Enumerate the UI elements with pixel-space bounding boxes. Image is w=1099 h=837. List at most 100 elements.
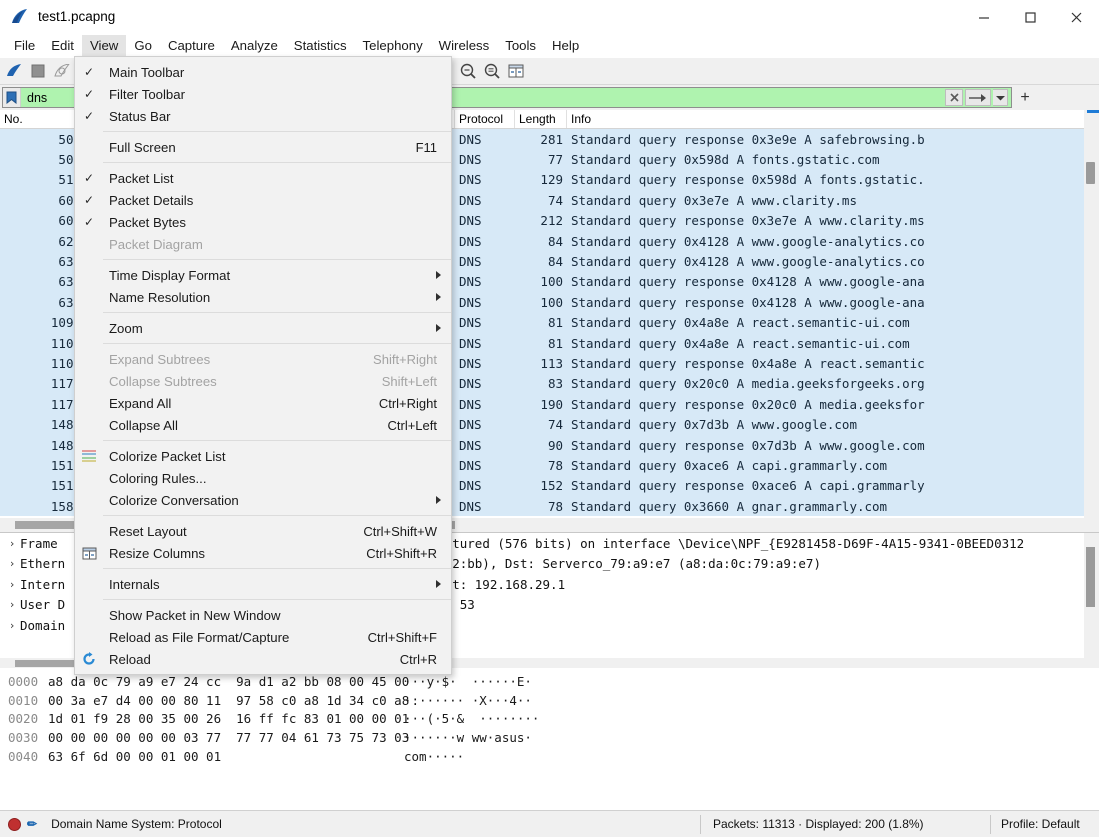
expand-chevron-icon[interactable]: ›: [4, 557, 20, 570]
expert-info-error-icon[interactable]: [8, 818, 21, 831]
expand-chevron-icon[interactable]: ›: [4, 578, 20, 591]
view-menu-item-name-resolution[interactable]: Name Resolution: [75, 286, 451, 308]
packet-length: 90: [515, 438, 567, 453]
view-menu-item-main-toolbar[interactable]: ✓Main Toolbar: [75, 61, 451, 83]
detail-label: Domain: [20, 618, 65, 633]
hex-dump-row[interactable]: 004063 6f 6d 00 00 01 00 01com·····: [0, 747, 1099, 766]
packet-protocol: DNS: [455, 193, 515, 208]
menu-statistics[interactable]: Statistics: [286, 35, 355, 56]
menu-item-shortcut: Ctrl+R: [400, 652, 451, 667]
menu-wireless[interactable]: Wireless: [431, 35, 498, 56]
menu-capture[interactable]: Capture: [160, 35, 223, 56]
hex-bytes: a8 da 0c 79 a9 e7 24 cc 9a d1 a2 bb 08 0…: [48, 674, 388, 689]
clear-filter-icon[interactable]: [945, 89, 963, 106]
view-menu-item-packet-list[interactable]: ✓Packet List: [75, 167, 451, 189]
expand-chevron-icon[interactable]: ›: [4, 619, 20, 632]
menu-item-label: Zoom: [103, 321, 451, 336]
view-menu-item-packet-diagram: Packet Diagram: [75, 233, 451, 255]
packet-info: Standard query response 0x3e7e A www.cla…: [567, 213, 1099, 228]
view-menu-item-colorize-conversation[interactable]: Colorize Conversation: [75, 489, 451, 511]
hex-dump-row[interactable]: 00201d 01 f9 28 00 35 00 26 16 ff fc 83 …: [0, 709, 1099, 728]
resize-columns-icon[interactable]: [505, 60, 527, 82]
view-menu-item-colorize-packet-list[interactable]: Colorize Packet List: [75, 445, 451, 467]
close-button[interactable]: [1053, 0, 1099, 33]
packet-info: Standard query response 0x4a8e A react.s…: [567, 356, 1099, 371]
zoom-out-icon[interactable]: [457, 60, 479, 82]
submenu-arrow-icon: [436, 580, 441, 588]
hex-dump-row[interactable]: 003000 00 00 00 00 00 03 77 77 77 04 61 …: [0, 728, 1099, 747]
packet-list-vertical-scrollbar[interactable]: [1084, 110, 1099, 518]
view-menu-item-status-bar[interactable]: ✓Status Bar: [75, 105, 451, 127]
packet-length: 74: [515, 417, 567, 432]
view-menu-item-show-packet-in-new-window[interactable]: Show Packet in New Window: [75, 604, 451, 626]
menu-file[interactable]: File: [6, 35, 43, 56]
capture-comment-icon[interactable]: ✏: [27, 817, 37, 831]
column-header-info[interactable]: Info: [567, 110, 1099, 128]
packet-no: 505: [0, 132, 85, 147]
menu-item-label: Packet Bytes: [103, 215, 451, 230]
view-menu-item-reload[interactable]: ReloadCtrl+R: [75, 648, 451, 670]
menu-telephony[interactable]: Telephony: [355, 35, 431, 56]
profile-status[interactable]: Profile: Default: [990, 815, 1080, 834]
menu-item-shortcut: Ctrl+Shift+F: [368, 630, 451, 645]
view-menu-item-internals[interactable]: Internals: [75, 573, 451, 595]
column-header-length[interactable]: Length: [515, 110, 567, 128]
zoom-reset-icon[interactable]: [481, 60, 503, 82]
menu-tools[interactable]: Tools: [497, 35, 544, 56]
minimize-button[interactable]: [961, 0, 1007, 33]
menu-item-label: Colorize Conversation: [103, 493, 451, 508]
packet-info: Standard query 0x3e7e A www.clarity.ms: [567, 193, 1099, 208]
view-menu-dropdown[interactable]: ✓Main Toolbar✓Filter Toolbar✓Status Bar F…: [74, 56, 452, 675]
view-menu-item-coloring-rules[interactable]: Coloring Rules...: [75, 467, 451, 489]
packet-length: 78: [515, 458, 567, 473]
wireshark-window: test1.pcapng FileEditViewGoCaptureAnalyz…: [0, 0, 1099, 837]
scrollbar-thumb[interactable]: [1086, 547, 1095, 607]
stop-capture-icon[interactable]: [27, 60, 49, 82]
packet-info: Standard query response 0xace6 A capi.gr…: [567, 478, 1099, 493]
hex-dump-row[interactable]: 001000 3a e7 d4 00 00 80 11 97 58 c0 a8 …: [0, 691, 1099, 710]
menu-item-label: Reload as File Format/Capture: [103, 630, 368, 645]
packet-protocol: DNS: [455, 152, 515, 167]
packet-length: 78: [515, 499, 567, 514]
menu-go[interactable]: Go: [126, 35, 160, 56]
scrollbar-thumb[interactable]: [1086, 162, 1095, 184]
column-header-no[interactable]: No.: [0, 110, 85, 128]
expand-chevron-icon[interactable]: ›: [4, 598, 20, 611]
submenu-arrow-icon: [436, 293, 441, 301]
maximize-button[interactable]: [1007, 0, 1053, 33]
view-menu-item-reload-as-file-format-capture[interactable]: Reload as File Format/CaptureCtrl+Shift+…: [75, 626, 451, 648]
filter-history-chevron-icon[interactable]: [993, 89, 1008, 106]
packet-info: Standard query response 0x20c0 A media.g…: [567, 397, 1099, 412]
view-menu-item-reset-layout[interactable]: Reset LayoutCtrl+Shift+W: [75, 520, 451, 542]
bookmark-icon[interactable]: [3, 88, 21, 107]
view-menu-item-full-screen[interactable]: Full ScreenF11: [75, 136, 451, 158]
view-menu-item-collapse-subtrees: Collapse SubtreesShift+Left: [75, 370, 451, 392]
restart-capture-icon[interactable]: [51, 60, 73, 82]
view-menu-item-packet-details[interactable]: ✓Packet Details: [75, 189, 451, 211]
column-header-protocol[interactable]: Protocol: [455, 110, 515, 128]
view-menu-item-expand-all[interactable]: Expand AllCtrl+Right: [75, 392, 451, 414]
view-menu-item-resize-columns[interactable]: Resize ColumnsCtrl+Shift+R: [75, 542, 451, 564]
status-left: ✏ Domain Name System: Protocol: [0, 817, 222, 831]
menu-help[interactable]: Help: [544, 35, 587, 56]
menu-edit[interactable]: Edit: [43, 35, 82, 56]
apply-filter-arrow-icon[interactable]: [965, 89, 991, 106]
view-menu-item-filter-toolbar[interactable]: ✓Filter Toolbar: [75, 83, 451, 105]
menu-view[interactable]: View: [82, 35, 126, 56]
packet-details-vertical-scrollbar[interactable]: [1084, 533, 1099, 658]
packet-length: 100: [515, 295, 567, 310]
view-menu-item-zoom[interactable]: Zoom: [75, 317, 451, 339]
packet-protocol: DNS: [455, 132, 515, 147]
menu-analyze[interactable]: Analyze: [223, 35, 286, 56]
view-menu-item-packet-bytes[interactable]: ✓Packet Bytes: [75, 211, 451, 233]
packet-bytes-pane[interactable]: 0000a8 da 0c 79 a9 e7 24 cc 9a d1 a2 bb …: [0, 668, 1099, 810]
menu-item-label: Expand Subtrees: [103, 352, 373, 367]
packet-length: 84: [515, 234, 567, 249]
hex-offset: 0030: [0, 730, 48, 745]
menu-item-shortcut: Ctrl+Right: [379, 396, 451, 411]
start-capture-icon[interactable]: [3, 60, 25, 82]
view-menu-item-collapse-all[interactable]: Collapse AllCtrl+Left: [75, 414, 451, 436]
view-menu-item-time-display-format[interactable]: Time Display Format: [75, 264, 451, 286]
add-filter-button-column[interactable]: +: [1018, 89, 1032, 107]
expand-chevron-icon[interactable]: ›: [4, 537, 20, 550]
